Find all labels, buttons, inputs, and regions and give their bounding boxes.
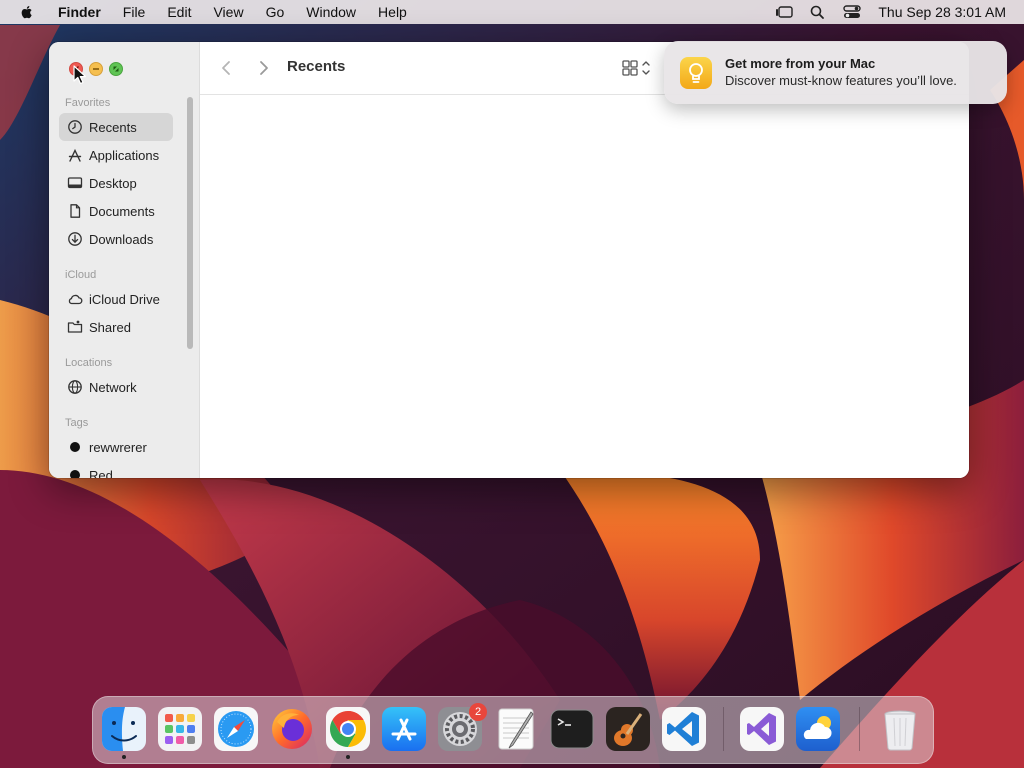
launchpad-icon xyxy=(158,707,202,751)
finder-content-area[interactable] xyxy=(200,95,969,478)
dock-vscode[interactable] xyxy=(661,706,707,752)
download-icon xyxy=(68,232,82,246)
globe-icon xyxy=(68,380,82,394)
weather-icon xyxy=(796,707,840,751)
menu-window[interactable]: Window xyxy=(295,0,367,24)
dock: 2 xyxy=(92,696,934,764)
notification-title: Get more from your Mac xyxy=(725,56,876,71)
sidebar-item-label: Desktop xyxy=(89,175,137,191)
sidebar-item-network[interactable]: Network xyxy=(59,373,173,401)
spotlight-search-icon[interactable] xyxy=(808,4,828,20)
sidebar-item-applications[interactable]: Applications xyxy=(59,141,173,169)
trash-icon xyxy=(884,710,916,751)
app-store-icon xyxy=(382,707,426,751)
sidebar-item-desktop[interactable]: Desktop xyxy=(59,169,173,197)
menu-bar: Finder File Edit View Go Window Help Thu… xyxy=(0,0,1024,24)
desktop-icon xyxy=(67,177,83,189)
window-title: Recents xyxy=(287,58,346,75)
sidebar-item-label: Recents xyxy=(89,119,137,135)
menu-go[interactable]: Go xyxy=(255,0,296,24)
sidebar-item-label: Documents xyxy=(89,203,155,219)
dock-weather[interactable] xyxy=(795,706,841,752)
firefox-icon xyxy=(272,709,312,749)
fullscreen-icon xyxy=(113,66,119,72)
running-indicator-finder xyxy=(122,755,126,759)
finder-icon xyxy=(102,707,146,751)
notification-count-badge: 2 xyxy=(469,703,487,721)
forward-button[interactable] xyxy=(253,58,273,78)
stage-manager-icon[interactable] xyxy=(774,4,794,20)
dock-visual-studio[interactable] xyxy=(739,706,785,752)
menu-file[interactable]: File xyxy=(112,0,157,24)
garageband-icon xyxy=(606,707,650,751)
sidebar-item-label: rewwrerer xyxy=(89,439,147,455)
sidebar-item-documents[interactable]: Documents xyxy=(59,197,173,225)
dock-firefox[interactable] xyxy=(269,706,315,752)
dock-terminal[interactable] xyxy=(549,706,595,752)
sidebar-item-downloads[interactable]: Downloads xyxy=(59,225,173,253)
applications-icon xyxy=(68,148,82,162)
dock-divider xyxy=(859,707,860,751)
shared-folder-icon xyxy=(67,320,83,333)
minimize-window-button[interactable] xyxy=(89,62,103,76)
clock-icon xyxy=(68,120,82,134)
dock-textedit[interactable] xyxy=(493,706,539,752)
sidebar-item-label: Applications xyxy=(89,147,160,163)
running-indicator-chrome xyxy=(346,755,350,759)
safari-icon xyxy=(214,707,258,751)
minimize-icon xyxy=(93,68,99,70)
menu-view[interactable]: View xyxy=(202,0,254,24)
dock-trash[interactable] xyxy=(877,706,923,752)
apple-icon[interactable] xyxy=(18,3,36,21)
visual-studio-icon xyxy=(740,707,784,751)
sidebar-section-icloud: iCloud xyxy=(65,269,97,281)
sidebar-item-tag-red[interactable]: Red xyxy=(59,461,173,478)
dock-chrome[interactable] xyxy=(325,706,371,752)
back-button[interactable] xyxy=(217,58,237,78)
sidebar-item-label: Downloads xyxy=(89,231,154,247)
dock-finder[interactable] xyxy=(101,706,147,752)
menu-bar-clock[interactable]: Thu Sep 28 3:01 AM xyxy=(878,4,1006,20)
sidebar-section-locations: Locations xyxy=(65,357,113,369)
notification-body: Discover must-know features you’ll love. xyxy=(725,73,957,88)
sidebar-item-label: iCloud Drive xyxy=(89,291,160,307)
textedit-icon xyxy=(498,708,534,750)
mouse-pointer-icon xyxy=(73,65,87,85)
control-center-icon[interactable] xyxy=(842,4,862,20)
dock-safari[interactable] xyxy=(213,706,259,752)
tips-app-icon xyxy=(680,57,712,89)
document-icon xyxy=(70,204,81,218)
sidebar-item-label: Network xyxy=(89,379,137,395)
vscode-icon xyxy=(662,707,706,751)
cloud-icon xyxy=(68,294,83,305)
sidebar-section-tags: Tags xyxy=(65,417,89,429)
dock-app-store[interactable] xyxy=(381,706,427,752)
zoom-window-button[interactable] xyxy=(109,62,123,76)
chrome-icon xyxy=(326,707,370,751)
finder-sidebar: Favorites Recents Applications Desktop D… xyxy=(49,42,200,478)
lightbulb-icon xyxy=(689,63,703,83)
menu-app-finder[interactable]: Finder xyxy=(50,0,112,24)
terminal-icon xyxy=(550,709,594,749)
icon-view-toggle-button[interactable] xyxy=(620,58,660,78)
notification-banner[interactable]: Get more from your Mac Discover must-kno… xyxy=(664,41,1007,104)
tag-color-dot xyxy=(70,442,80,452)
dock-divider xyxy=(723,707,724,751)
sidebar-item-label: Shared xyxy=(89,319,131,335)
sidebar-section-favorites: Favorites xyxy=(65,97,111,109)
menu-help[interactable]: Help xyxy=(367,0,418,24)
tag-color-dot xyxy=(70,470,80,478)
dock-launchpad[interactable] xyxy=(157,706,203,752)
sidebar-item-label: Red xyxy=(89,467,113,479)
dock-garageband[interactable] xyxy=(605,706,651,752)
finder-window: Favorites Recents Applications Desktop D… xyxy=(49,42,969,478)
sidebar-item-recents[interactable]: Recents xyxy=(59,113,173,141)
menu-edit[interactable]: Edit xyxy=(156,0,202,24)
sidebar-item-tag[interactable]: rewwrerer xyxy=(59,433,173,461)
sidebar-item-icloud-drive[interactable]: iCloud Drive xyxy=(59,285,173,313)
sidebar-item-shared[interactable]: Shared xyxy=(59,313,173,341)
sidebar-scrollbar[interactable] xyxy=(187,97,193,349)
